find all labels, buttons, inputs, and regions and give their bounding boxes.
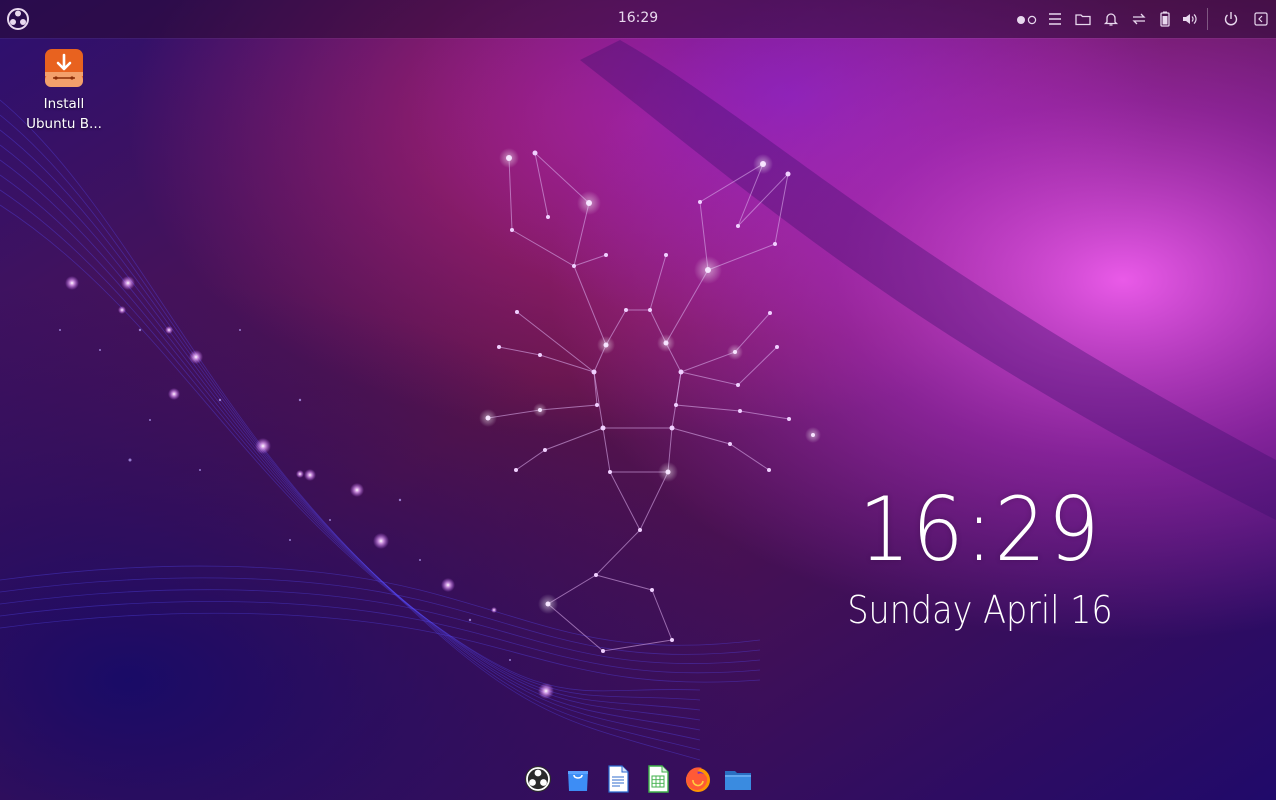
- clock-time: 16:29: [833, 476, 1127, 584]
- dock-item-firefox[interactable]: [682, 763, 714, 795]
- dock: [520, 763, 760, 795]
- budgie-logo-icon: [6, 7, 30, 31]
- dock-item-calc[interactable]: [642, 763, 674, 795]
- download-icon: [44, 48, 84, 88]
- app-menu-button[interactable]: [6, 7, 30, 31]
- network-arrows-icon: [1130, 10, 1148, 28]
- dock-item-writer[interactable]: [602, 763, 634, 795]
- dock-item-file-manager[interactable]: [722, 763, 754, 795]
- document-icon: [602, 763, 634, 795]
- firefox-icon: [682, 763, 714, 795]
- tray-volume-button[interactable]: [1180, 10, 1198, 28]
- dock-item-software-store[interactable]: [562, 763, 594, 795]
- panel-clock-text[interactable]: 16:29: [618, 10, 658, 26]
- bell-icon: [1102, 10, 1120, 28]
- desktop-icon-label-line1: Install: [14, 94, 114, 114]
- battery-icon: [1156, 10, 1174, 28]
- tray-notifications-button[interactable]: [1102, 10, 1120, 28]
- tray-network-button[interactable]: [1130, 10, 1148, 28]
- dock-item-budgie-menu[interactable]: [522, 763, 554, 795]
- workspace-dots-icon: [1014, 10, 1040, 28]
- tray-battery-button[interactable]: [1156, 10, 1174, 28]
- desktop-wallpaper: [0, 0, 1276, 800]
- tray-menu-button[interactable]: [1046, 10, 1064, 28]
- budgie-logo-icon: [522, 763, 554, 795]
- tray-divider: [1207, 8, 1208, 30]
- desktop-icon-install-ubuntu[interactable]: Install Ubuntu B...: [14, 48, 114, 134]
- tray-sidebar-button[interactable]: [1252, 10, 1270, 28]
- workspace-indicator[interactable]: [1014, 10, 1040, 28]
- folder-icon: [1074, 10, 1092, 28]
- sidebar-icon: [1252, 10, 1270, 28]
- power-icon: [1222, 10, 1240, 28]
- clock-date: Sunday April 16: [839, 586, 1121, 634]
- top-panel: 16:29: [0, 0, 1276, 38]
- folder-icon: [722, 763, 754, 795]
- tray-files-button[interactable]: [1074, 10, 1092, 28]
- speaker-icon: [1180, 10, 1198, 28]
- shopping-bag-icon: [562, 763, 594, 795]
- hamburger-icon: [1046, 10, 1064, 28]
- spreadsheet-icon: [642, 763, 674, 795]
- desktop-icon-label-line2: Ubuntu B...: [14, 114, 114, 134]
- tray-power-button[interactable]: [1222, 10, 1240, 28]
- desktop-clock-widget: 16:29 Sunday April 16: [820, 476, 1140, 634]
